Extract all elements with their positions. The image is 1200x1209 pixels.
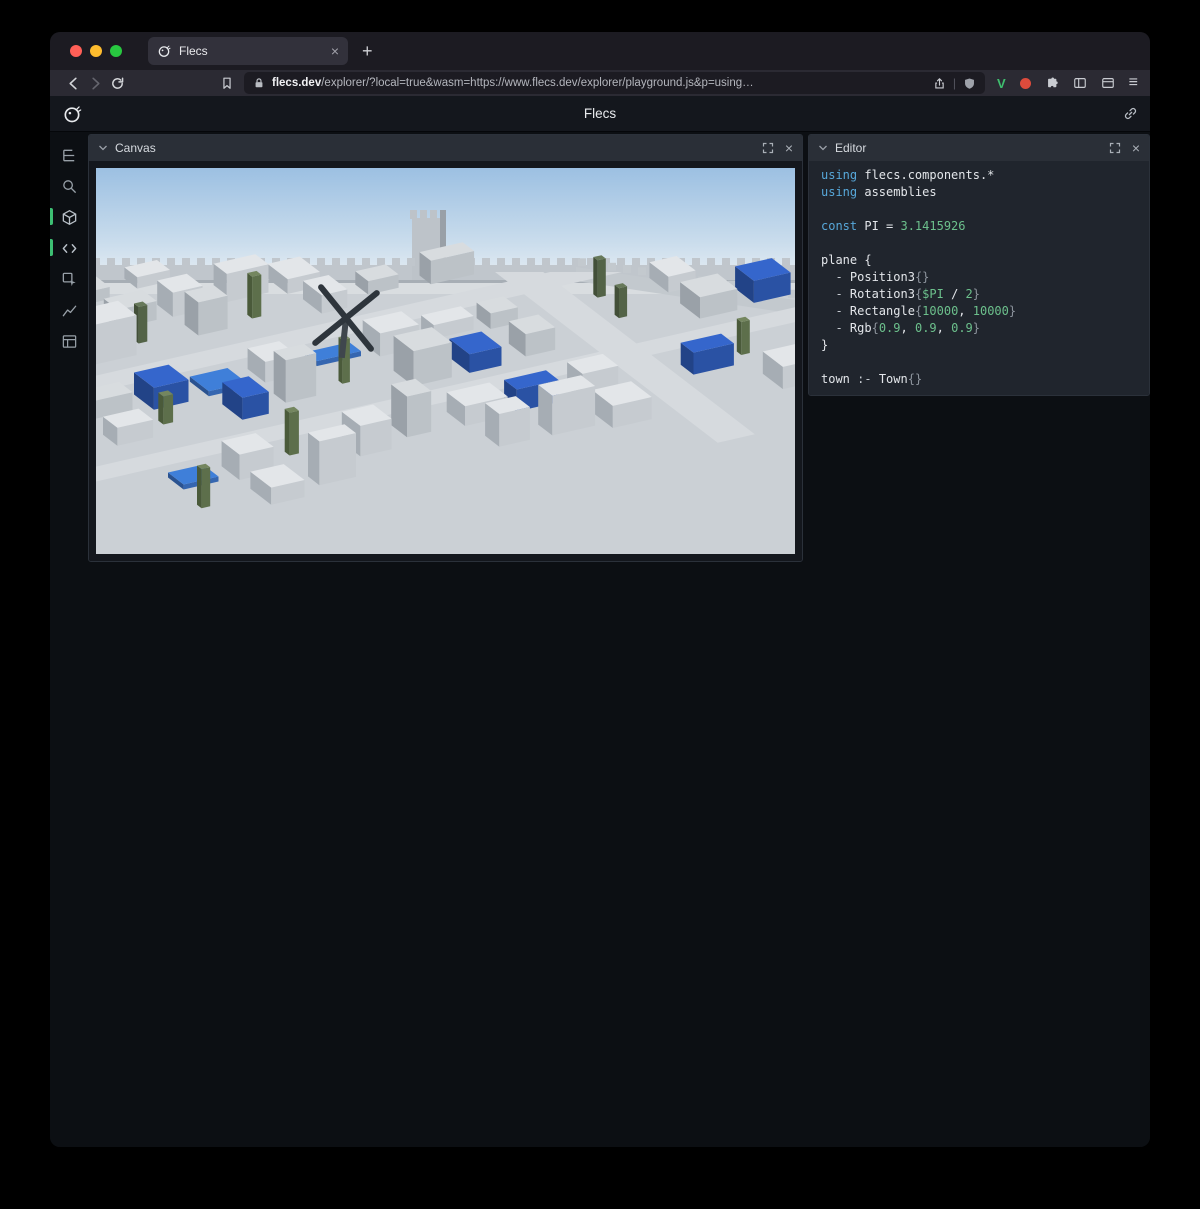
close-icon[interactable]: × [785, 141, 793, 155]
tab-strip: Flecs × + [50, 32, 1150, 70]
red-extension-icon[interactable] [1020, 78, 1031, 89]
share-icon[interactable] [933, 77, 946, 90]
shield-icon[interactable] [963, 77, 976, 90]
sidebar-item-entity-tree[interactable] [57, 144, 81, 166]
app-body: Canvas × [50, 132, 1150, 1147]
url-text: flecs.dev/explorer/?local=true&wasm=http… [272, 77, 926, 89]
expand-icon[interactable] [1109, 142, 1121, 154]
vimium-extension-icon[interactable]: V [997, 76, 1006, 91]
canvas-panel-title: Canvas [115, 141, 156, 155]
tab-title: Flecs [179, 44, 323, 58]
toolbar-separator: | [953, 76, 956, 90]
new-tab-button[interactable]: + [362, 42, 373, 60]
canvas-panel-header[interactable]: Canvas × [89, 135, 802, 161]
window-minimize-button[interactable] [90, 45, 102, 57]
reload-button[interactable] [106, 73, 128, 93]
chevron-down-icon[interactable] [98, 143, 108, 153]
chevron-down-icon[interactable] [818, 143, 828, 153]
window-close-button[interactable] [70, 45, 82, 57]
url-domain: flecs.dev [272, 77, 321, 89]
sidebar-item-search[interactable] [57, 175, 81, 197]
sidebar-item-code-editor[interactable] [57, 237, 81, 259]
browser-window: Flecs × + flecs.dev [50, 32, 1150, 1147]
sidebar [50, 132, 88, 1147]
close-icon[interactable]: × [1132, 141, 1140, 155]
expand-icon[interactable] [762, 142, 774, 154]
sidebar-item-charts[interactable] [57, 299, 81, 321]
flecs-favicon-icon [157, 44, 171, 58]
url-bar[interactable]: flecs.dev/explorer/?local=true&wasm=http… [244, 72, 985, 94]
lock-icon [253, 77, 265, 89]
editor-panel: Editor × using flecs.components.*using a… [808, 134, 1150, 396]
tab-flecs[interactable]: Flecs × [148, 37, 348, 65]
traffic-lights [70, 45, 122, 57]
sidebar-toggle-icon[interactable] [1073, 76, 1087, 90]
canvas-panel: Canvas × [88, 134, 803, 562]
page-title: Flecs [50, 106, 1150, 121]
url-path: /explorer/?local=true&wasm=https://www.f… [321, 77, 753, 89]
container-tab-icon[interactable] [1101, 76, 1115, 90]
extension-toolbar: V ≡ [997, 75, 1138, 91]
back-button[interactable] [62, 73, 84, 93]
town-3d-render[interactable] [96, 168, 795, 554]
navigation-bar: flecs.dev/explorer/?local=true&wasm=http… [50, 70, 1150, 96]
menu-hamburger-icon[interactable]: ≡ [1129, 75, 1138, 91]
desktop-background: Flecs × + flecs.dev [0, 0, 1200, 1209]
flecs-logo-icon[interactable] [62, 104, 82, 124]
app-header: Flecs [50, 96, 1150, 132]
forward-button[interactable] [84, 73, 106, 93]
editor-panel-title: Editor [835, 141, 866, 155]
bookmark-icon[interactable] [216, 73, 238, 93]
canvas-panel-body [89, 161, 802, 561]
sidebar-item-inspector[interactable] [57, 268, 81, 290]
share-link-icon[interactable] [1123, 106, 1138, 121]
sidebar-item-entities[interactable] [57, 206, 81, 228]
window-zoom-button[interactable] [110, 45, 122, 57]
flecs-explorer-app: Flecs [50, 96, 1150, 1147]
editor-code[interactable]: using flecs.components.*using assemblies… [809, 161, 1149, 395]
puzzle-extensions-icon[interactable] [1045, 76, 1059, 90]
tab-close-icon[interactable]: × [331, 44, 339, 58]
editor-panel-header[interactable]: Editor × [809, 135, 1149, 161]
sidebar-item-stats[interactable] [57, 330, 81, 352]
